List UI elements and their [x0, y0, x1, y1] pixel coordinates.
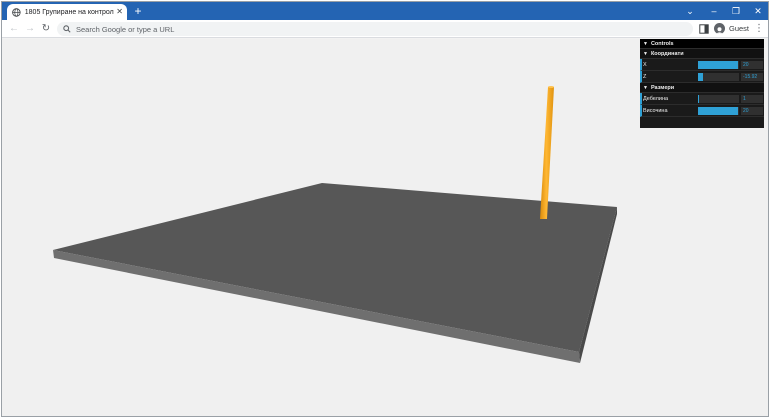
x-slider[interactable] [698, 61, 739, 69]
z-number-input[interactable]: -15.92 [741, 73, 763, 81]
control-label: X [643, 61, 647, 68]
control-label: Дебелина [643, 95, 669, 102]
side-panel-icon[interactable] [699, 24, 709, 34]
controls-title: Controls [650, 40, 674, 47]
controls-header[interactable]: ▼ Controls [640, 39, 764, 49]
slider-fill [698, 107, 738, 115]
globe-icon [12, 7, 21, 17]
tab-search-icon[interactable]: ⌄ [680, 5, 700, 17]
height-number-input[interactable]: 20 [741, 107, 763, 115]
caret-down-icon: ▼ [643, 84, 648, 91]
caret-down-icon: ▼ [643, 40, 648, 47]
pole-top-cap [548, 86, 554, 88]
control-z: Z -15.92 [640, 71, 764, 83]
profile-label: Guest [729, 24, 750, 33]
new-tab-button[interactable]: + [132, 5, 144, 17]
active-tab[interactable]: 1805 Групиране на контролери ✕ [7, 4, 127, 20]
slider-fill [698, 95, 699, 103]
tab-title: 1805 Групиране на контролери [24, 8, 115, 16]
control-height: Височина 20 [640, 105, 764, 117]
slider-fill [698, 61, 738, 69]
search-icon [63, 25, 71, 33]
close-window-button[interactable]: ✕ [748, 5, 768, 17]
control-x: X 20 [640, 59, 764, 71]
folder-title: Размери [650, 84, 675, 91]
avatar-icon [714, 23, 725, 34]
browser-window: 1805 Групиране на контролери ✕ + ⌄ – ❐ ✕… [1, 1, 769, 417]
tab-strip: 1805 Групиране на контролери ✕ + ⌄ – ❐ ✕ [2, 2, 768, 20]
folder-dimensions[interactable]: ▼ Размери [640, 83, 764, 93]
address-input[interactable] [76, 24, 656, 34]
more-menu-icon[interactable]: ⋮ [754, 23, 764, 35]
control-label: Височина [643, 107, 668, 114]
caret-down-icon: ▼ [643, 50, 648, 57]
folder-coordinates[interactable]: ▼ Координати [640, 49, 764, 59]
control-label: Z [643, 73, 647, 80]
controls-panel: ▼ Controls ▼ Координати X 20 Z -15.92 ▼ … [640, 39, 764, 128]
folder-title: Координати [650, 50, 684, 57]
reload-icon[interactable]: ↻ [40, 23, 52, 35]
back-icon[interactable]: ← [8, 23, 20, 35]
thickness-number-input[interactable]: 1 [741, 95, 763, 103]
thickness-slider[interactable] [698, 95, 739, 103]
restore-button[interactable]: ❐ [726, 5, 746, 17]
minimize-button[interactable]: – [704, 5, 724, 17]
height-slider[interactable] [698, 107, 739, 115]
control-thickness: Дебелина 1 [640, 93, 764, 105]
omnibox[interactable] [57, 22, 693, 36]
forward-icon[interactable]: → [24, 23, 36, 35]
profile-button[interactable]: Guest [714, 23, 749, 34]
tab-close-icon[interactable]: ✕ [116, 8, 123, 16]
browser-toolbar: ← → ↻ Guest ⋮ [2, 20, 768, 38]
x-number-input[interactable]: 20 [741, 61, 763, 69]
z-slider[interactable] [698, 73, 739, 81]
slider-fill [698, 73, 703, 81]
